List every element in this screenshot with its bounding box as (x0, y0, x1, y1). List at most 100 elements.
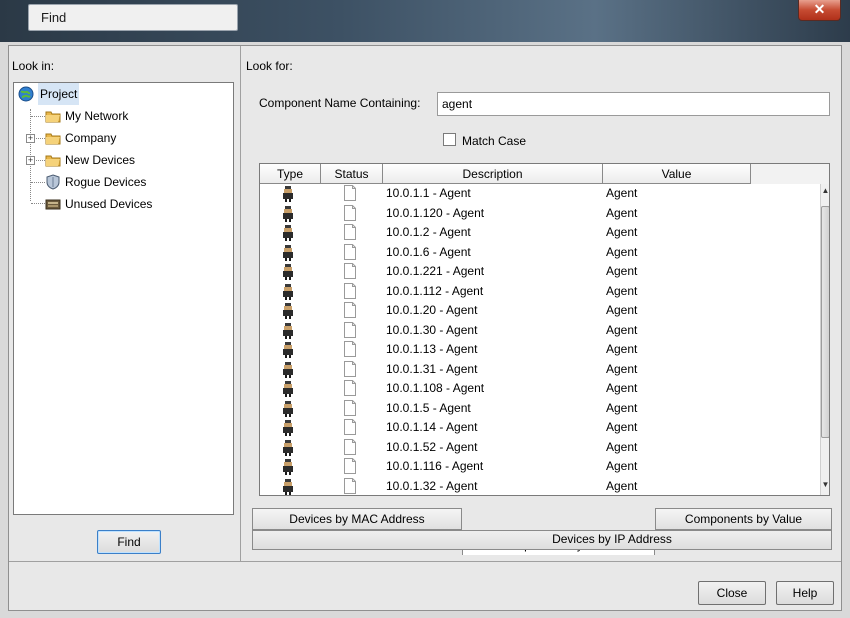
find-dialog: Find ✕ Look in: Project My Network + Com… (0, 0, 850, 618)
table-row[interactable]: 10.0.1.112 - Agent Agent (260, 282, 820, 302)
tab-devices-by-ip[interactable]: Devices by IP Address (252, 530, 832, 550)
table-row[interactable]: 10.0.1.1 - Agent Agent (260, 184, 820, 204)
agent-icon (283, 205, 293, 222)
location-tree[interactable]: Project My Network + Company + New Devic… (13, 82, 234, 515)
table-row[interactable]: 10.0.1.6 - Agent Agent (260, 243, 820, 263)
status-document-icon (344, 224, 356, 240)
description-cell: 10.0.1.6 - Agent (386, 244, 471, 259)
tree-item-label: Unused Devices (65, 197, 153, 211)
agent-icon (283, 186, 293, 202)
look-in-label: Look in: (12, 59, 55, 73)
look-for-panel: Look for: Component Name Containing: age… (242, 46, 841, 561)
column-header-type[interactable]: Type (260, 164, 321, 184)
description-cell: 10.0.1.20 - Agent (386, 303, 478, 317)
title-bar[interactable]: Find ✕ (0, 0, 850, 42)
window-title: Find (41, 10, 67, 25)
window-close-button[interactable]: ✕ (798, 0, 841, 21)
agent-icon (283, 420, 293, 436)
expand-icon[interactable]: + (26, 134, 35, 143)
table-row[interactable]: 10.0.1.20 - Agent Agent (260, 301, 820, 321)
vertical-scrollbar[interactable]: ▲ ▼ (820, 184, 829, 495)
scroll-thumb[interactable] (821, 206, 829, 438)
value-cell: Agent (606, 303, 638, 317)
tab-devices-by-mac[interactable]: Devices by MAC Address (252, 508, 462, 530)
agent-icon (283, 244, 293, 261)
table-row[interactable]: 10.0.1.120 - Agent Agent (260, 204, 820, 224)
status-document-icon (344, 380, 356, 396)
folder-icon (45, 155, 61, 167)
tree-line (31, 182, 45, 183)
table-row[interactable]: 10.0.1.52 - Agent Agent (260, 438, 820, 458)
table-header: Type Status Description Value (260, 164, 829, 184)
find-button[interactable]: Find (97, 530, 161, 554)
table-row[interactable]: 10.0.1.13 - Agent Agent (260, 340, 820, 360)
table-row[interactable]: 10.0.1.14 - Agent Agent (260, 418, 820, 438)
description-cell: 10.0.1.13 - Agent (386, 342, 478, 356)
status-document-icon (344, 321, 356, 338)
status-document-icon (344, 185, 356, 201)
agent-icon (283, 303, 293, 319)
description-cell: 10.0.1.52 - Agent (386, 439, 478, 454)
agent-icon (283, 342, 293, 358)
value-cell: Agent (606, 478, 638, 493)
folder-icon (45, 111, 61, 123)
folder-icon (45, 133, 61, 145)
scroll-down-icon[interactable]: ▼ (821, 480, 829, 489)
description-cell: 10.0.1.1 - Agent (386, 186, 471, 200)
title-tab: Find (28, 4, 238, 31)
status-document-icon (344, 302, 356, 318)
look-for-label: Look for: (246, 59, 293, 73)
value-cell: Agent (606, 186, 638, 200)
value-cell: Agent (606, 381, 638, 395)
results-table[interactable]: Type Status Description Value 10.0.1.1 -… (259, 163, 830, 496)
scroll-up-icon[interactable]: ▲ (821, 186, 829, 195)
description-cell: 10.0.1.112 - Agent (386, 283, 484, 298)
description-cell: 10.0.1.221 - Agent (386, 264, 485, 278)
tree-item-label: New Devices (65, 153, 136, 167)
status-document-icon (344, 204, 356, 221)
tab-devices-by-ip-label: Devices by IP Address (552, 532, 672, 546)
agent-icon (283, 459, 293, 475)
match-case-checkbox[interactable] (443, 133, 456, 146)
description-cell: 10.0.1.5 - Agent (386, 400, 471, 415)
description-cell: 10.0.1.32 - Agent (386, 478, 478, 493)
column-header-status[interactable]: Status (321, 164, 383, 184)
description-cell: 10.0.1.14 - Agent (386, 420, 478, 434)
table-row[interactable]: 10.0.1.32 - Agent Agent (260, 477, 820, 496)
value-cell: Agent (606, 322, 638, 337)
help-button[interactable]: Help (776, 581, 834, 605)
value-cell: Agent (606, 439, 638, 454)
table-row[interactable]: 10.0.1.116 - Agent Agent (260, 457, 820, 477)
column-header-value[interactable]: Value (603, 164, 751, 184)
status-document-icon (344, 282, 356, 299)
close-button[interactable]: Close (698, 581, 766, 605)
tree-item-label: Project (38, 83, 80, 105)
table-row[interactable]: 10.0.1.2 - Agent Agent (260, 223, 820, 243)
tree-item-label: Rogue Devices (65, 175, 147, 189)
expand-icon[interactable]: + (26, 156, 35, 165)
value-cell: Agent (606, 283, 638, 298)
table-row[interactable]: 10.0.1.108 - Agent Agent (260, 379, 820, 399)
agent-icon (283, 361, 293, 378)
status-document-icon (344, 341, 356, 357)
search-mode-tabs: Devices by MAC Address Components by Nam… (252, 508, 834, 558)
value-cell: Agent (606, 361, 638, 376)
description-cell: 10.0.1.30 - Agent (386, 322, 478, 337)
tree-item-label: Company (65, 131, 117, 145)
status-document-icon (344, 458, 356, 474)
agent-icon (283, 400, 293, 417)
description-cell: 10.0.1.108 - Agent (386, 381, 485, 395)
tab-components-by-value[interactable]: Components by Value (655, 508, 832, 530)
table-row[interactable]: 10.0.1.5 - Agent Agent (260, 399, 820, 419)
table-row[interactable]: 10.0.1.30 - Agent Agent (260, 321, 820, 341)
value-cell: Agent (606, 420, 638, 434)
agent-icon (283, 381, 293, 397)
table-row[interactable]: 10.0.1.221 - Agent Agent (260, 262, 820, 282)
agent-icon (283, 322, 293, 339)
value-cell: Agent (606, 225, 638, 239)
status-document-icon (344, 360, 356, 377)
column-header-description[interactable]: Description (383, 164, 603, 184)
component-name-input[interactable]: agent (437, 92, 830, 116)
table-row[interactable]: 10.0.1.31 - Agent Agent (260, 360, 820, 380)
value-cell: Agent (606, 264, 638, 278)
